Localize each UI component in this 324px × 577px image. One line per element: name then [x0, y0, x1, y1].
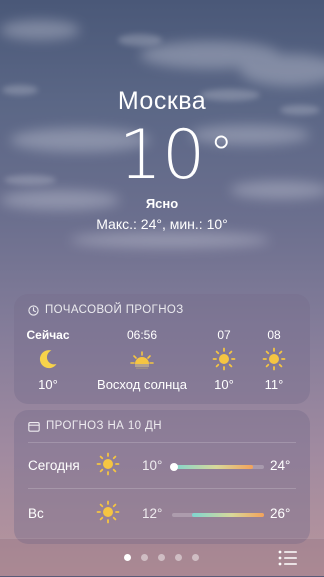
hourly-forecast-card[interactable]: ПОЧАСОВОЙ ПРОГНОЗ Сейчас 10° 06:56 Восхо… [14, 294, 310, 404]
bottom-toolbar [0, 538, 324, 577]
hour-time: 06:56 [126, 328, 158, 342]
moon-icon [39, 350, 57, 369]
divider [28, 488, 296, 489]
temperature-range-fill [192, 513, 264, 517]
hourly-forecast-title-text: ПОЧАСОВОЙ ПРОГНОЗ [45, 304, 184, 316]
day-row-sunday[interactable]: Вс 12° 26° [14, 494, 310, 534]
hour-temperature: 10° [38, 377, 58, 392]
hour-item-07: 07 10° [204, 328, 244, 392]
temperature-value: 10 [118, 116, 206, 195]
hourly-forecast-title: ПОЧАСОВОЙ ПРОГНОЗ [28, 304, 184, 316]
day-name: Вс [28, 506, 44, 521]
sun-icon [212, 347, 236, 371]
page-dot[interactable] [141, 554, 148, 561]
daily-forecast-card[interactable]: ПРОГНОЗ НА 10 ДН Сегодня 10° 24° Вс 12° … [14, 410, 310, 544]
hour-item-sunrise: 06:56 Восход солнца [94, 328, 190, 392]
hour-temperature: 11° [264, 377, 284, 392]
sun-icon [96, 452, 120, 476]
day-max-temperature: 26° [270, 506, 291, 521]
city-name: Москва [117, 87, 207, 115]
sunrise-icon [130, 351, 154, 369]
current-temperature-marker [170, 463, 178, 471]
page-dot[interactable] [192, 554, 199, 561]
city-list-icon[interactable] [278, 549, 298, 567]
hour-time: 07 [217, 328, 231, 342]
temperature-range-bar [172, 513, 264, 517]
high-low-temperature: Макс.: 24°, мин.: 10° [96, 216, 228, 232]
current-temperature: 10 ° [119, 120, 234, 192]
weather-condition: Ясно [145, 196, 179, 211]
sunrise-label: Восход солнца [97, 377, 187, 392]
temperature-range-bar [170, 463, 264, 471]
page-dot[interactable] [158, 554, 165, 561]
sun-icon [262, 347, 286, 371]
day-row-today[interactable]: Сегодня 10° 24° [14, 446, 310, 486]
calendar-icon [28, 421, 40, 432]
current-weather-header: Москва 10 ° Ясно Макс.: 24°, мин.: 10° [0, 86, 324, 233]
hour-time: Сейчас [26, 328, 70, 342]
day-min-temperature: 12° [142, 506, 163, 521]
temperature-degree-symbol: ° [209, 126, 234, 182]
clock-icon [28, 304, 39, 316]
page-dot[interactable] [175, 554, 182, 561]
day-min-temperature: 10° [142, 458, 163, 473]
hour-temperature: 10° [214, 377, 234, 392]
page-dot[interactable] [124, 554, 131, 561]
divider [28, 442, 296, 443]
day-max-temperature: 24° [270, 458, 291, 473]
temperature-range-fill [172, 465, 253, 469]
sun-icon [96, 500, 120, 524]
daily-forecast-title-text: ПРОГНОЗ НА 10 ДН [46, 420, 162, 432]
daily-forecast-title: ПРОГНОЗ НА 10 ДН [28, 420, 162, 432]
page-indicator[interactable] [124, 554, 199, 561]
hour-item-08: 08 11° [254, 328, 294, 392]
day-name: Сегодня [28, 458, 80, 473]
hour-item-now: Сейчас 10° [24, 328, 72, 392]
hour-time: 08 [267, 328, 281, 342]
